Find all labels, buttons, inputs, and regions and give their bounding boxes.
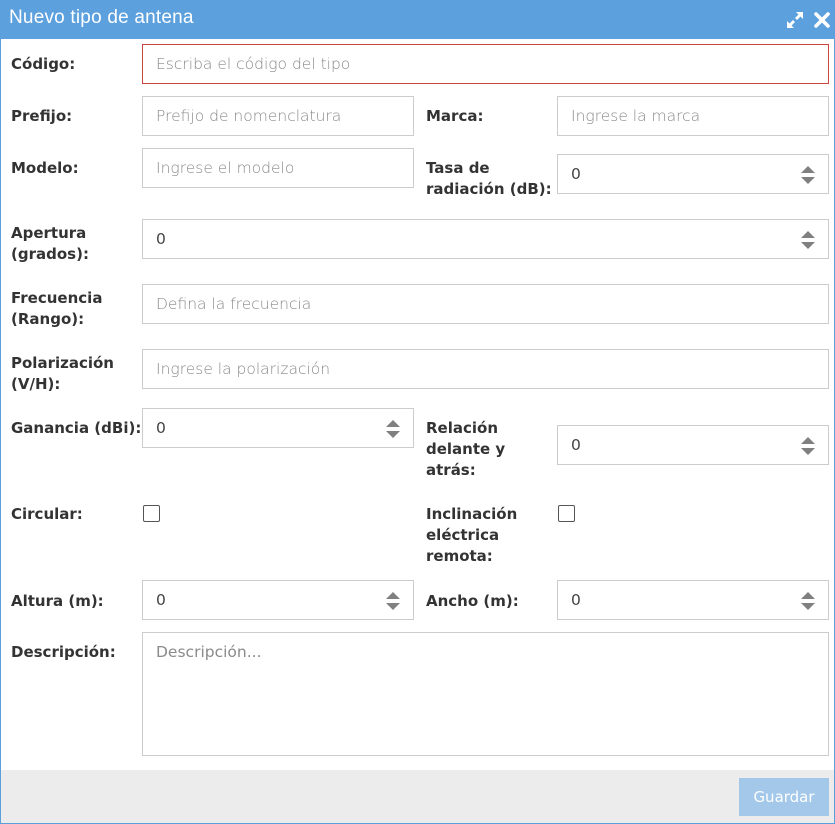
ganancia-value: 0: [156, 419, 166, 437]
save-button[interactable]: Guardar: [739, 778, 829, 816]
tasa-radiacion-value: 0: [571, 165, 581, 183]
ancho-value: 0: [571, 591, 581, 609]
frecuencia-input[interactable]: [142, 284, 829, 324]
altura-value: 0: [156, 591, 166, 609]
relacion-stepper[interactable]: 0: [557, 425, 829, 465]
spinner-arrows-icon[interactable]: [801, 437, 815, 455]
spinner-arrows-icon[interactable]: [801, 231, 815, 249]
spinner-arrows-icon[interactable]: [386, 420, 400, 438]
spinner-arrows-icon[interactable]: [801, 166, 815, 184]
dialog-footer: [1, 770, 834, 823]
expand-arrows-icon[interactable]: [785, 10, 805, 30]
modelo-input[interactable]: [142, 148, 414, 188]
circular-label: Circular:: [11, 505, 83, 523]
codigo-label: Código:: [11, 55, 76, 73]
descripcion-textarea[interactable]: [142, 632, 829, 756]
dialog-titlebar: Nuevo tipo de antena: [1, 1, 834, 39]
tasa-radiacion-label: Tasa de radiación (dB):: [426, 159, 552, 198]
prefijo-input[interactable]: [142, 96, 414, 136]
frecuencia-label: Frecuencia (Rango):: [11, 289, 103, 328]
apertura-value: 0: [156, 230, 166, 248]
altura-label: Altura (m):: [11, 592, 104, 610]
altura-stepper[interactable]: 0: [142, 580, 414, 620]
new-antenna-type-dialog: Nuevo tipo de antena Código: Prefijo: Ma…: [0, 0, 835, 824]
ganancia-label: Ganancia (dBi):: [11, 419, 142, 437]
ancho-stepper[interactable]: 0: [557, 580, 829, 620]
close-x-icon[interactable]: [813, 10, 831, 30]
codigo-input[interactable]: [142, 44, 829, 84]
spinner-arrows-icon[interactable]: [386, 592, 400, 610]
descripcion-label: Descripción:: [11, 643, 116, 661]
polarizacion-input[interactable]: [142, 349, 829, 389]
ganancia-stepper[interactable]: 0: [142, 408, 414, 448]
relacion-label: Relación delante y atrás:: [426, 419, 506, 479]
marca-input[interactable]: [557, 96, 829, 136]
tasa-radiacion-stepper[interactable]: 0: [557, 154, 829, 194]
inclinacion-label: Inclinación eléctrica remota:: [426, 505, 518, 565]
circular-checkbox[interactable]: [143, 505, 160, 522]
apertura-label: Apertura (grados):: [11, 224, 89, 263]
relacion-value: 0: [571, 436, 581, 454]
ancho-label: Ancho (m):: [426, 592, 519, 610]
apertura-stepper[interactable]: 0: [142, 219, 829, 259]
spinner-arrows-icon[interactable]: [801, 592, 815, 610]
inclinacion-checkbox[interactable]: [558, 505, 575, 522]
prefijo-label: Prefijo:: [11, 107, 73, 125]
modelo-label: Modelo:: [11, 159, 79, 177]
dialog-title: Nuevo tipo de antena: [9, 7, 194, 28]
polarizacion-label: Polarización (V/H):: [11, 354, 114, 393]
marca-label: Marca:: [426, 107, 484, 125]
